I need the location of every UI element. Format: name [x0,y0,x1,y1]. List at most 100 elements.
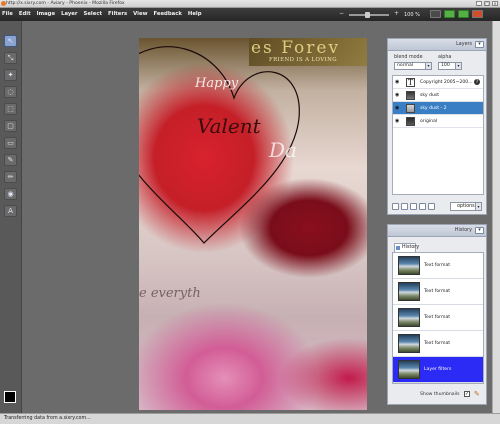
layers-panel-header: Layers ▾ [388,39,486,51]
history-item[interactable]: Text format [393,305,483,331]
duplicate-layer-icon[interactable] [401,203,408,210]
lasso-tool-icon[interactable]: ◌ [4,86,17,98]
toolbar-icons [430,10,483,18]
text-bubble-tool-icon[interactable]: ▢ [4,120,17,132]
layer-row[interactable]: ◉ original [393,115,483,128]
alpha-select[interactable]: 100 ▾ [438,62,462,70]
pointer-tool-icon[interactable]: ↖ [4,35,17,47]
canvas-day-text: Da [269,138,297,162]
layers-panel-menu-icon[interactable]: ▾ [475,41,484,48]
zoom-out-icon[interactable]: − [338,11,345,18]
layer-list: ◉ T Copyright 2005~200... ? ◉ sky dust ◉… [392,75,484,195]
history-tab-label: History [402,245,420,250]
blend-mode-label: blend mode [394,55,423,60]
minimize-button[interactable]: _ [476,1,482,6]
history-thumbnail [398,308,420,327]
layer-row[interactable]: ◉ sky dust - 2 [393,102,483,115]
merge-layer-icon[interactable] [419,203,426,210]
show-thumbnails-label: Show thumbnails [420,392,460,397]
history-item[interactable]: Text format [393,331,483,357]
zoom-value: 100 % [404,11,420,18]
text-tool-icon[interactable]: A [4,205,17,217]
layer-thumbnail [406,91,415,100]
history-footer: Show thumbnails ✓ ✎ [392,390,484,400]
history-panel-menu-icon[interactable]: ▾ [475,227,484,234]
new-layer-icon[interactable] [392,203,399,210]
history-item-selected[interactable]: Layer filters [393,357,483,383]
zoom-control: − + 100 % [338,11,420,18]
delete-layer-icon[interactable] [428,203,435,210]
chevron-down-icon: ▾ [455,63,461,69]
menu-view[interactable]: View [133,11,147,17]
canvas-everything-text: e everyth [139,286,201,301]
zoom-slider-knob[interactable] [365,11,370,18]
maximize-button[interactable]: □ [484,1,490,6]
history-tab-icon [396,246,400,250]
window-controls: _ □ × [476,1,498,6]
history-item-label: Text format [424,289,451,294]
menu-filters[interactable]: Filters [108,11,127,17]
eye-icon[interactable]: ◉ [395,119,400,124]
menu-help[interactable]: Help [188,11,202,17]
blend-mode-value: normal [397,63,414,68]
layer-name: Copyright 2005~200... [420,80,473,85]
menu-image[interactable]: Image [37,11,55,17]
menu-file[interactable]: File [2,11,13,17]
brush-tool-icon[interactable]: ✎ [4,154,17,166]
status-bar: Transferring data from a.sixry.com... [0,413,500,424]
zoom-in-icon[interactable]: + [393,11,400,18]
blend-mode-select[interactable]: normal ▾ [394,62,432,70]
tab-history[interactable]: History [394,243,420,252]
window-scrollbar[interactable] [492,21,500,413]
eye-icon[interactable]: ◉ [395,93,400,98]
show-thumbnails-checkbox[interactable]: ✓ [464,391,470,397]
history-list: Text format Text format Text format Text… [392,252,484,384]
canvas-valentine-text: Valent [197,114,261,138]
chevron-down-icon: ▾ [475,203,481,210]
aviary-logo-icon[interactable] [472,10,483,18]
eye-icon[interactable]: ◉ [395,80,400,85]
layer-name: sky dust - 2 [420,106,447,111]
transform-tool-icon[interactable]: ⤡ [4,52,17,64]
menu-layer[interactable]: Layer [61,11,77,17]
history-thumbnail [398,282,420,301]
menu-edit[interactable]: Edit [19,11,31,17]
pencil-tool-icon[interactable]: ✏ [4,171,17,183]
fill-tool-icon[interactable]: ◉ [4,188,17,200]
foreground-color-swatch[interactable] [4,391,16,403]
eye-icon[interactable]: ◉ [395,106,400,111]
chevron-down-icon: ▾ [425,63,431,69]
eraser-tool-icon[interactable]: ▭ [4,137,17,149]
layer-row[interactable]: ◉ T Copyright 2005~200... ? [393,76,483,89]
layer-thumbnail [406,117,415,126]
alpha-value: 100 [441,63,450,68]
history-panel-header: History ▾ [388,225,486,237]
image-canvas[interactable]: es Forev FRIEND IS A LOVING Happy Valent… [139,38,367,410]
upload-toolbar-icon[interactable] [458,10,469,18]
menu-feedback[interactable]: Feedback [153,11,181,17]
brush-clear-icon[interactable]: ✎ [474,390,482,398]
close-button[interactable]: × [492,1,498,6]
history-item-label: Layer filters [424,367,452,372]
zoom-slider[interactable] [349,11,389,18]
alpha-label: alpha [438,55,452,60]
layer-row[interactable]: ◉ sky dust [393,89,483,102]
info-icon[interactable]: ? [474,79,480,85]
menu-bar: File Edit Image Layer Select Filters Vie… [0,8,500,21]
layer-name: sky dust [420,93,440,98]
history-item[interactable]: Text format [393,279,483,305]
marquee-tool-icon[interactable]: ⬚ [4,103,17,115]
history-item-label: Text format [424,263,451,268]
save-toolbar-icon[interactable] [444,10,455,18]
history-item[interactable]: Text format [393,253,483,279]
magic-wand-tool-icon[interactable]: ✦ [4,69,17,81]
layers-panel-title: Layers [456,42,472,47]
menu-select[interactable]: Select [84,11,103,17]
layer-options-button[interactable]: options ▾ [450,202,482,211]
options-label: options [457,204,475,209]
history-panel-title: History [454,228,472,233]
history-thumbnail [398,256,420,275]
tools-sidebar: ↖ ⤡ ✦ ◌ ⬚ ▢ ▭ ✎ ✏ ◉ A [0,21,22,413]
lock-layer-icon[interactable] [410,203,417,210]
history-toolbar-icon[interactable] [430,10,441,18]
